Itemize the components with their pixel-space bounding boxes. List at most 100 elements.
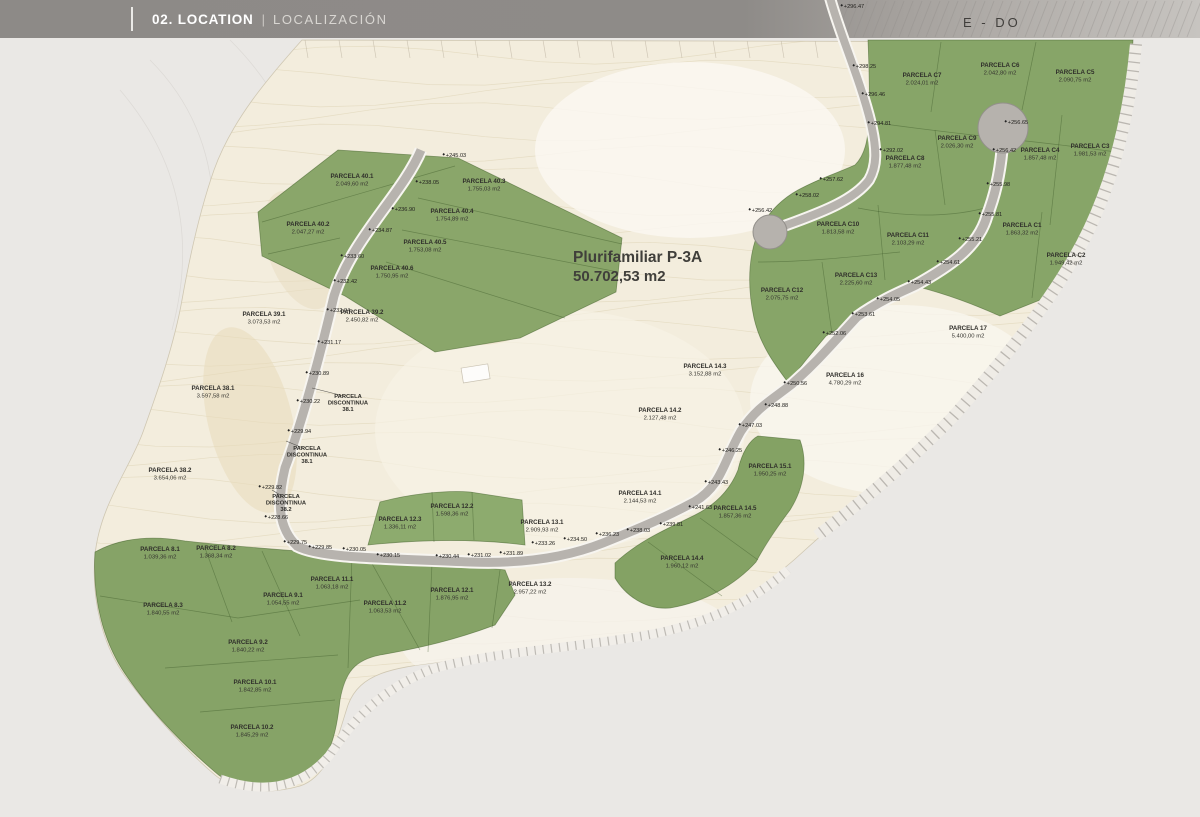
parcel-label-name: PARCELA 40.3 [463,178,507,185]
spot-elevation-label: +233.60 [344,254,364,260]
parcel-label-name: PARCELA C2 [1047,252,1086,259]
parcel-label-area: 1.754,89 m2 [436,216,469,222]
parcel-label-area: 1.981,53 m2 [1074,151,1107,157]
parcel-label-area: 1.840,22 m2 [232,647,265,653]
spot-elevation-label: +294.81 [871,121,891,127]
spot-elevation-label: +230.44 [439,554,459,560]
spot-elevation-label: +292.02 [883,148,903,154]
parcel-label-area: 5.400,00 m2 [952,333,985,339]
spot-elevation-label: +239.81 [663,522,683,528]
parcel-label-area: 3.597,58 m2 [197,393,230,399]
location-slide: +245.03 +238.05 +236.90 +234.87 +233.60 +232.… [0,0,1200,817]
parcel-label-area: 1.039,36 m2 [144,554,177,560]
parcel-label-name: PARCELA 38.2 [149,467,193,474]
spot-elevation-label: +236.90 [395,207,415,213]
parcel-label-name: PARCELA C1 [1003,222,1042,229]
spot-elevation-label: +257.62 [823,177,843,183]
parcel-label-area: 2.026,30 m2 [941,143,974,149]
spot-elevation-label: +254.43 [911,280,931,286]
spot-elevation-label: +229.85 [312,545,332,551]
parcel-label-name: PARCELA 40.5 [404,239,448,246]
parcel-label-area: 1.755,03 m2 [468,186,501,192]
parcel-label-name: PARCELA C7 [903,72,942,79]
parcel-label-area: 1.857,48 m2 [1024,155,1057,161]
parcel-label-area: 2.024,01 m2 [906,80,939,86]
spot-elevation-label: +236.23 [599,532,619,538]
parcel-label-name: PARCELA 10.2 [231,724,275,731]
spot-elevation-label: +243.43 [708,480,728,486]
parcel-label-area: 1.750,95 m2 [376,273,409,279]
parcel-label-name: PARCELA 8.3 [143,602,183,609]
parcel-label-name: PARCELA 10.1 [234,679,278,686]
parcel-label-name: PARCELA 39.2 [341,309,385,316]
parcel-label-area: 4.780,29 m2 [829,380,862,386]
spot-elevation-label: +234.87 [372,228,392,234]
spot-elevation-label: +258.02 [799,193,819,199]
parcel-label-name: PARCELA 40.2 [287,221,331,228]
parcel-label-area: 1.863,32 m2 [1006,230,1039,236]
parcel-label-area: 2.127,48 m2 [644,415,677,421]
parcel-label-name: PARCELA 14.3 [684,363,728,370]
parcel-label-name: PARCELA 12.3 [379,516,423,523]
spot-elevation-label: +229.94 [291,429,311,435]
parcel-label-area: 1.336,11 m2 [384,524,416,530]
parcel-label-area: 1.950,25 m2 [754,471,787,477]
parcel-label-area: 2.225,60 m2 [840,280,873,286]
spot-elevation-label: +238.05 [419,180,439,186]
spot-elevation-label: +296.46 [865,92,885,98]
parcel-label-name: PARCELA 14.4 [661,555,705,562]
spot-elevation-label: +250.56 [787,381,807,387]
parcel-label-name: PARCELA C10 [817,221,860,228]
cul-de-sac-small [753,215,787,249]
parcel-label-name: PARCELA 14.2 [639,407,683,414]
parcel-label-name: PARCELA C3 [1071,143,1110,150]
parcel-label-area: 1.842,85 m2 [239,687,272,693]
parcel-label-area: 2.047,27 m2 [292,229,325,235]
spot-elevation-label: +231.02 [471,553,491,559]
parcel-label-area: 1.753,08 m2 [409,247,442,253]
parcel-label-name: PARCELA 11.1 [311,576,354,583]
spot-elevation-label: +248.88 [768,403,788,409]
parcel-label-name: PARCELA 13.1 [521,519,565,526]
spot-elevation-label: +230.05 [346,547,366,553]
parcel-label-name: PARCELA 15.1 [749,463,793,470]
parcel-label-name: PARCELA 40.6 [371,265,415,272]
spot-elevation-label: +254.05 [880,297,900,303]
spot-elevation-label: +256.42 [996,148,1016,154]
parcel-label-name: PARCELA 14.1 [619,490,663,497]
parcel-label-area: 2.042,80 m2 [984,70,1017,76]
parcel-label-name: PARCELA 40.4 [431,208,475,215]
spot-elevation-label: +255.81 [982,212,1002,218]
parcel-label-name: PARCELA 8.2 [196,545,236,552]
spot-elevation-label: +232.42 [337,279,357,285]
parcel-label-area: 3.152,88 m2 [689,371,722,377]
parcel-label-name: PARCELA 17 [949,325,987,332]
parcel-label-name: PARCELA C12 [761,287,804,294]
parcel-label-area: 1.063,53 m2 [369,608,402,614]
spot-elevation-label: +246.25 [722,448,742,454]
spot-elevation-label: +230.22 [300,399,320,405]
parcel-label-area: 2.144,53 m2 [624,498,657,504]
parcel-label-name: PARCELA C4 [1021,147,1060,154]
spot-elevation-label: +234.50 [567,537,587,543]
parcel-label-area: 3.654,06 m2 [154,475,187,481]
parcel-label-area: 2.075,75 m2 [766,295,799,301]
spot-elevation-label: +231.89 [503,551,523,557]
parcel-label-area: 2.909,93 m2 [526,527,559,533]
parcel-label-area: 3.073,53 m2 [248,319,281,325]
parcel-label-area: 2.103,29 m2 [892,240,925,246]
parcel-label-name: PARCELA 38.1 [192,385,236,392]
parcel-label-name: PARCELA C11 [887,232,930,239]
parcel-label-name: PARCELA C9 [938,135,977,142]
parcel-label-name: PARCELA 16 [826,372,864,379]
header-rule [131,7,133,31]
spot-elevation-label: +245.03 [446,153,466,159]
parcel-label-name: PARCELA 9.1 [263,592,303,599]
parcel-label-name: PARCELA 12.2 [431,503,475,510]
spot-elevation-label: +256.65 [1008,120,1028,126]
spot-elevation-label: +228.66 [268,515,288,521]
spot-elevation-label: +298.25 [856,64,876,70]
spot-elevation-label: +255.21 [962,237,982,243]
spot-elevation-label: +255.98 [990,182,1010,188]
parcel-label-name: PARCELA C8 [886,155,925,162]
